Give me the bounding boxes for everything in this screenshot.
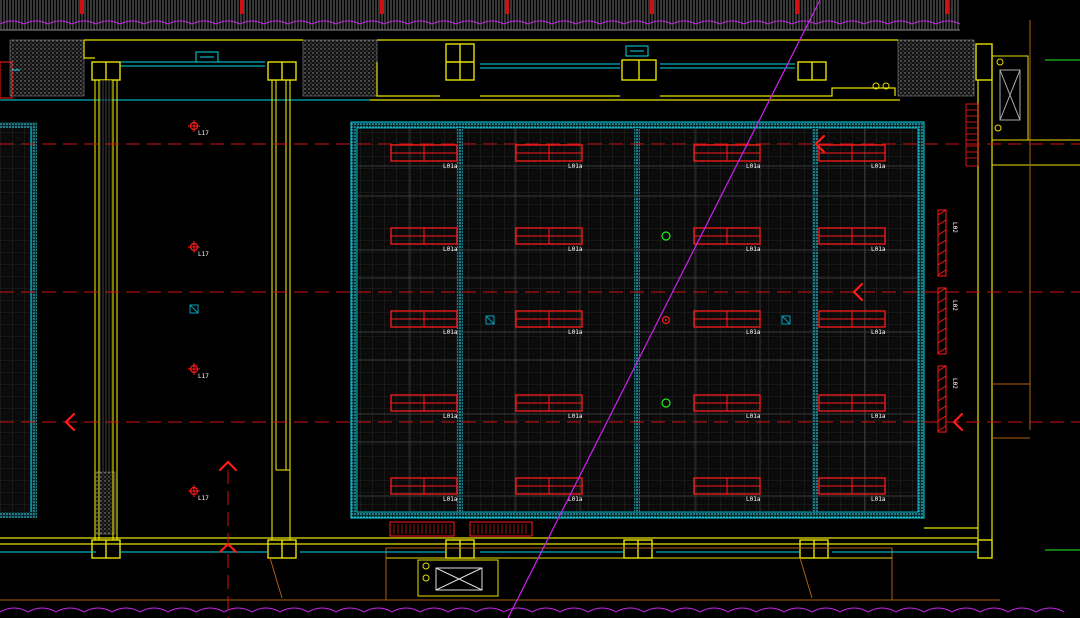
right-equipment bbox=[991, 20, 1080, 551]
downlights: L17 L17 L17 L17 bbox=[188, 120, 209, 502]
fixture-label: L01a bbox=[746, 329, 761, 336]
fixture-label: L01a bbox=[746, 163, 761, 170]
fixture-label: L01a bbox=[568, 496, 583, 503]
fixture-label: L01a bbox=[443, 246, 458, 253]
fixture-label: L01a bbox=[871, 413, 886, 420]
wall-light-labels: L02 L02 L02 bbox=[951, 222, 958, 389]
window-symbols bbox=[195, 45, 649, 63]
fixture-label: L01a bbox=[746, 413, 761, 420]
bottom-equipment bbox=[0, 521, 1000, 601]
facade-band bbox=[0, 0, 960, 31]
top-wall bbox=[83, 39, 900, 101]
cad-floor-plan: L01a L01a L01a L01a L01a L01a L01a L01a L01a L01a… bbox=[0, 0, 1080, 618]
fixture-label: L01a bbox=[746, 246, 761, 253]
left-partition-hatch bbox=[100, 80, 112, 472]
fixture-label: L01a bbox=[568, 246, 583, 253]
fixture-label: L01a bbox=[443, 163, 458, 170]
section-marker-up bbox=[218, 460, 238, 472]
downlight-label: L17 bbox=[198, 373, 209, 380]
wall-light-label: L02 bbox=[951, 222, 958, 233]
wall-lights bbox=[937, 209, 947, 433]
ceiling-room bbox=[350, 121, 925, 519]
fixture-label: L01a bbox=[568, 413, 583, 420]
left-partition bbox=[94, 80, 291, 540]
downlight: L17 bbox=[188, 485, 209, 502]
downlight: L17 bbox=[188, 363, 209, 380]
wall-light-label: L02 bbox=[951, 378, 958, 389]
downlight-label: L17 bbox=[198, 251, 209, 258]
fixture-label: L01a bbox=[443, 413, 458, 420]
fixture-label: L01a bbox=[746, 496, 761, 503]
fixture-label: L01a bbox=[871, 163, 886, 170]
fixture-label: L01a bbox=[568, 163, 583, 170]
fixture-label: L01a bbox=[568, 329, 583, 336]
fixture-label: L01a bbox=[443, 329, 458, 336]
wall-light-label: L02 bbox=[951, 300, 958, 311]
section-marker-up-bottom bbox=[218, 542, 238, 554]
fixture-label: L01a bbox=[871, 329, 886, 336]
left-room-ceiling bbox=[0, 122, 37, 518]
downlight-label: L17 bbox=[198, 130, 209, 137]
downlight: L17 bbox=[188, 120, 209, 137]
revision-cloud-bottom bbox=[0, 607, 1065, 613]
fixture-label: L01a bbox=[443, 496, 458, 503]
fixture-label: L01a bbox=[871, 246, 886, 253]
fixture-label: L01a bbox=[871, 496, 886, 503]
right-panel bbox=[965, 103, 979, 167]
downlight-label: L17 bbox=[198, 495, 209, 502]
downlight: L17 bbox=[188, 241, 209, 258]
